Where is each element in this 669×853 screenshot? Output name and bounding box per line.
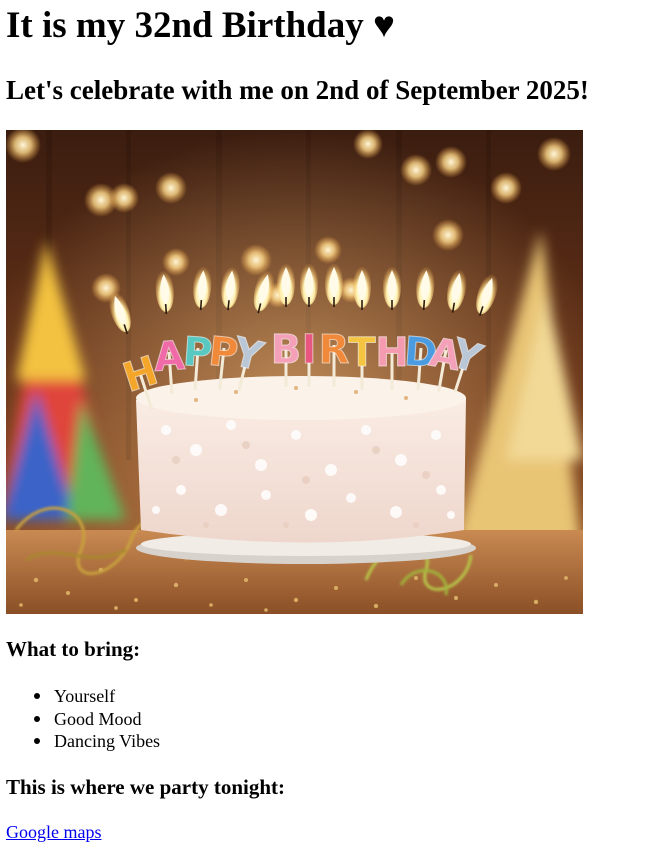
svg-text:R: R bbox=[319, 327, 350, 373]
list-item-label: Yourself bbox=[54, 686, 116, 706]
page-title: It is my 32nd Birthday ♥ bbox=[6, 5, 395, 46]
bring-list: Yourself Good Mood Dancing Vibes bbox=[0, 685, 160, 753]
bullet-icon bbox=[34, 693, 40, 699]
event-date-heading: Let's celebrate with me on 2nd of Septem… bbox=[6, 75, 589, 105]
page: It is my 32nd Birthday ♥ Let's celebrate… bbox=[0, 0, 669, 853]
bullet-icon bbox=[34, 715, 40, 722]
svg-text:I: I bbox=[302, 327, 317, 373]
svg-text:T: T bbox=[348, 330, 376, 376]
list-item: Yourself bbox=[34, 685, 160, 708]
what-to-bring-heading: What to bring: bbox=[6, 637, 141, 661]
list-item: Dancing Vibes bbox=[34, 730, 161, 753]
google-maps-link[interactable]: Google maps bbox=[6, 821, 101, 843]
list-item-label: Good Mood bbox=[54, 708, 142, 729]
birthday-cake-image: HAPPY B I RT HDAY bbox=[6, 130, 583, 614]
list-item: Good Mood bbox=[34, 708, 160, 731]
svg-text:B: B bbox=[271, 327, 302, 373]
list-item-label: Dancing Vibes bbox=[54, 731, 161, 751]
party-location-heading: This is where we party tonight: bbox=[6, 775, 286, 799]
bullet-icon bbox=[34, 738, 40, 744]
